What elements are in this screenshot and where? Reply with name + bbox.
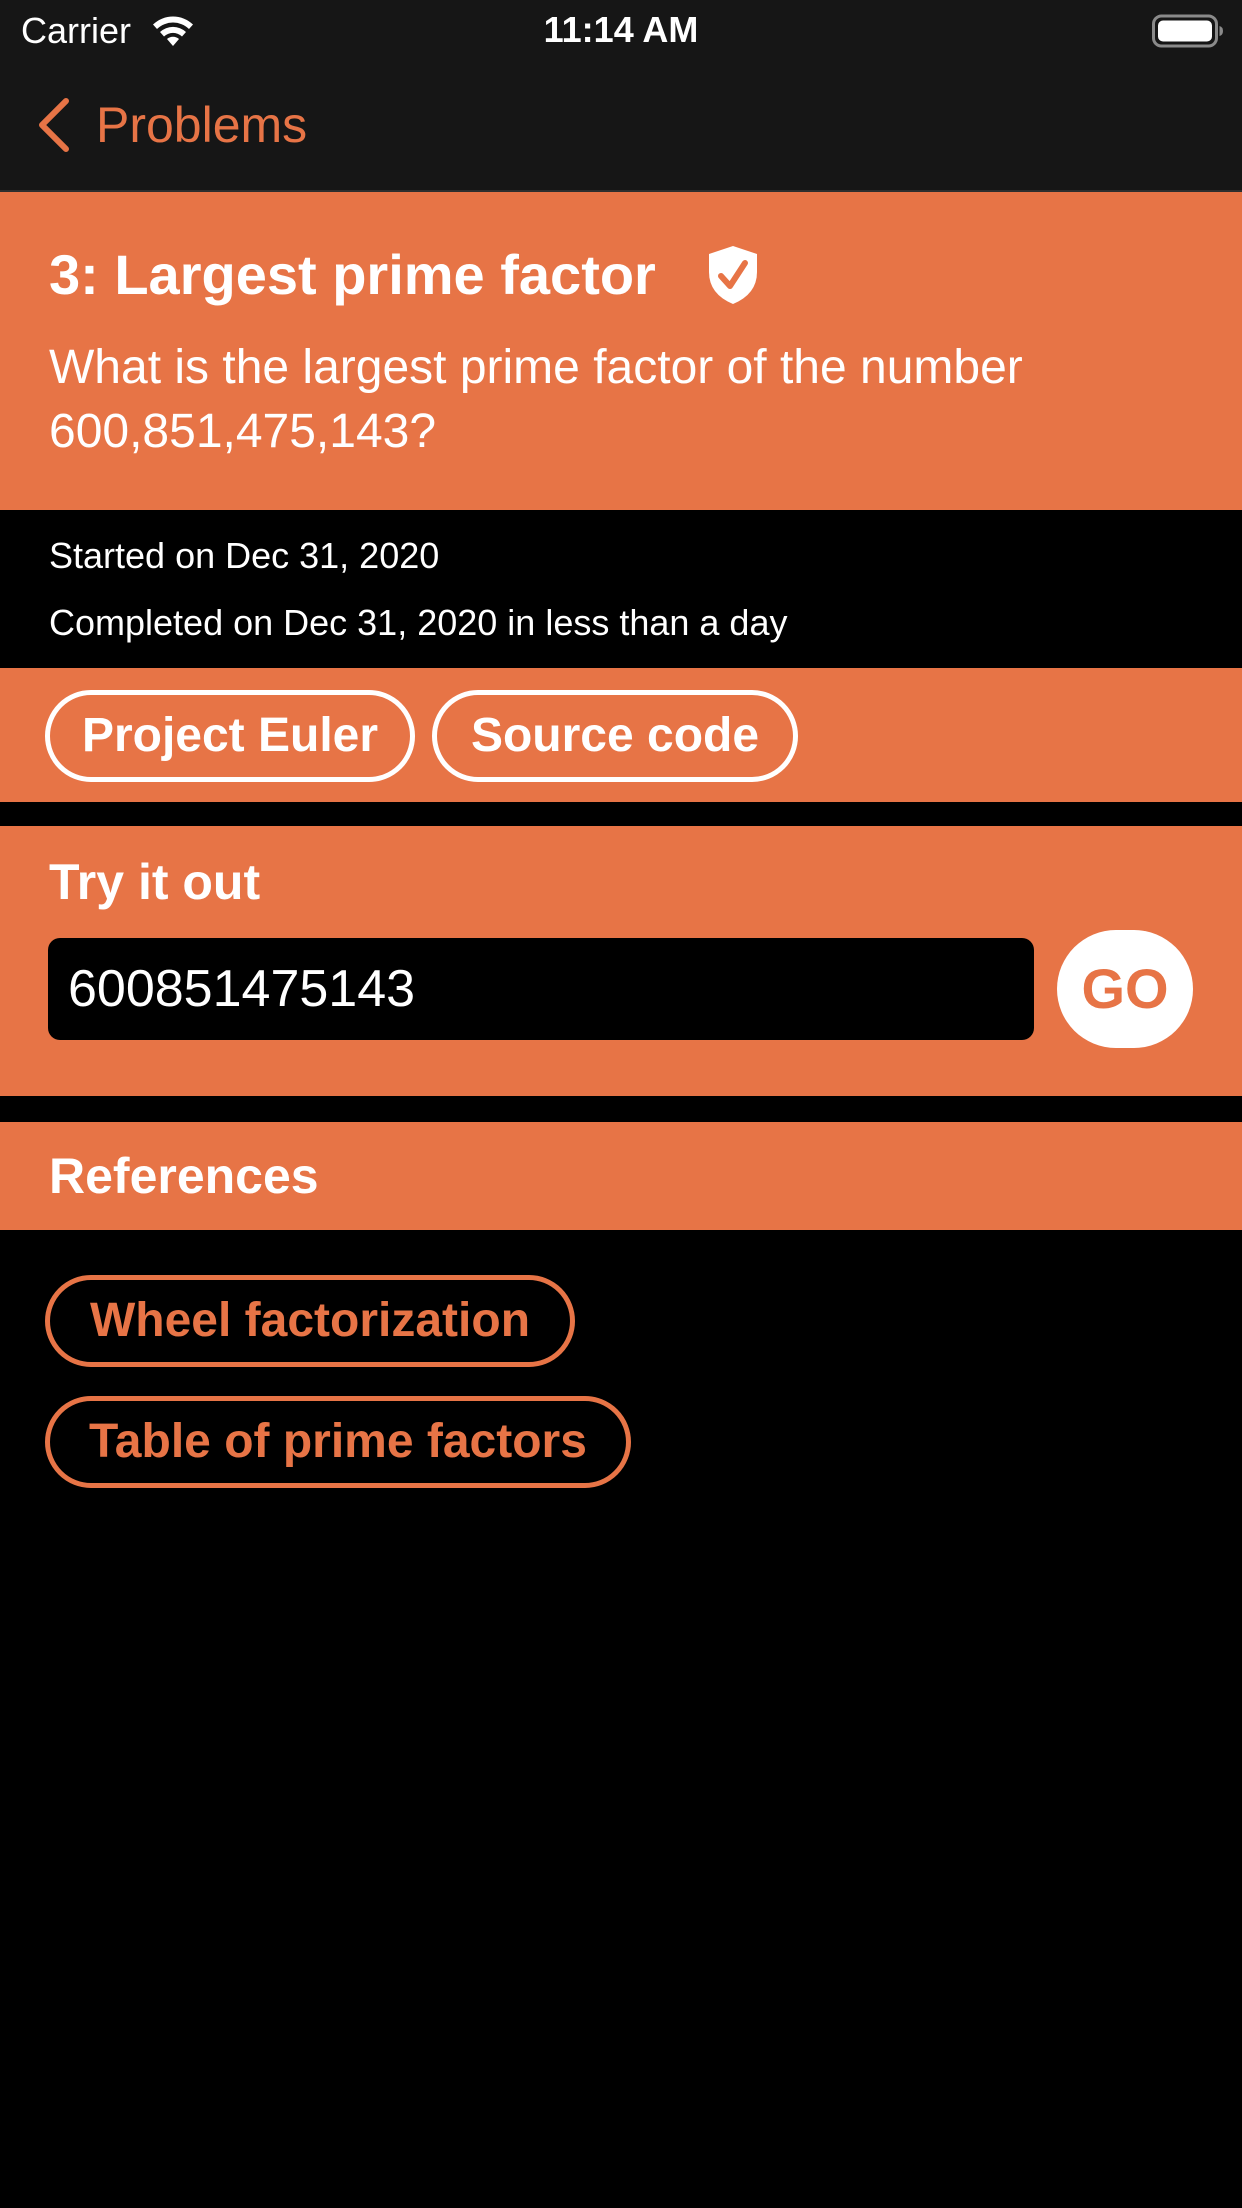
back-button[interactable]: Problems bbox=[34, 90, 307, 160]
problem-dates: Started on Dec 31, 2020 Completed on Dec… bbox=[0, 510, 1242, 668]
navigation-bar: Problems bbox=[0, 62, 1242, 192]
started-date: Started on Dec 31, 2020 bbox=[49, 535, 440, 576]
back-button-label: Problems bbox=[96, 97, 308, 153]
source-code-button[interactable]: Source code bbox=[432, 690, 798, 782]
reference-wheel-factorization[interactable]: Wheel factorization bbox=[45, 1275, 575, 1367]
reference-table-of-prime-factors[interactable]: Table of prime factors bbox=[45, 1396, 631, 1488]
links-section: Project Euler Source code bbox=[0, 668, 1242, 802]
status-time: 11:14 AM bbox=[543, 9, 699, 50]
battery-icon bbox=[1152, 14, 1223, 48]
problem-title: 3: Largest prime factor bbox=[49, 243, 656, 306]
references-title: References bbox=[49, 1148, 319, 1204]
references-header: References bbox=[0, 1122, 1242, 1230]
shield-check-icon bbox=[709, 246, 757, 304]
completed-date: Completed on Dec 31, 2020 in less than a… bbox=[49, 602, 788, 643]
try-it-out-section: Try it out GO bbox=[0, 826, 1242, 1096]
try-it-out-heading: Try it out bbox=[49, 854, 261, 910]
status-bar: Carrier 11:14 AM bbox=[0, 0, 1242, 62]
number-input[interactable] bbox=[48, 938, 1034, 1040]
project-euler-button[interactable]: Project Euler bbox=[45, 690, 415, 782]
go-button[interactable]: GO bbox=[1057, 930, 1193, 1048]
problem-description: What is the largest prime factor of the … bbox=[49, 341, 1023, 458]
chevron-left-icon bbox=[39, 98, 69, 152]
problem-header: 3: Largest prime factor What is the larg… bbox=[0, 192, 1242, 510]
